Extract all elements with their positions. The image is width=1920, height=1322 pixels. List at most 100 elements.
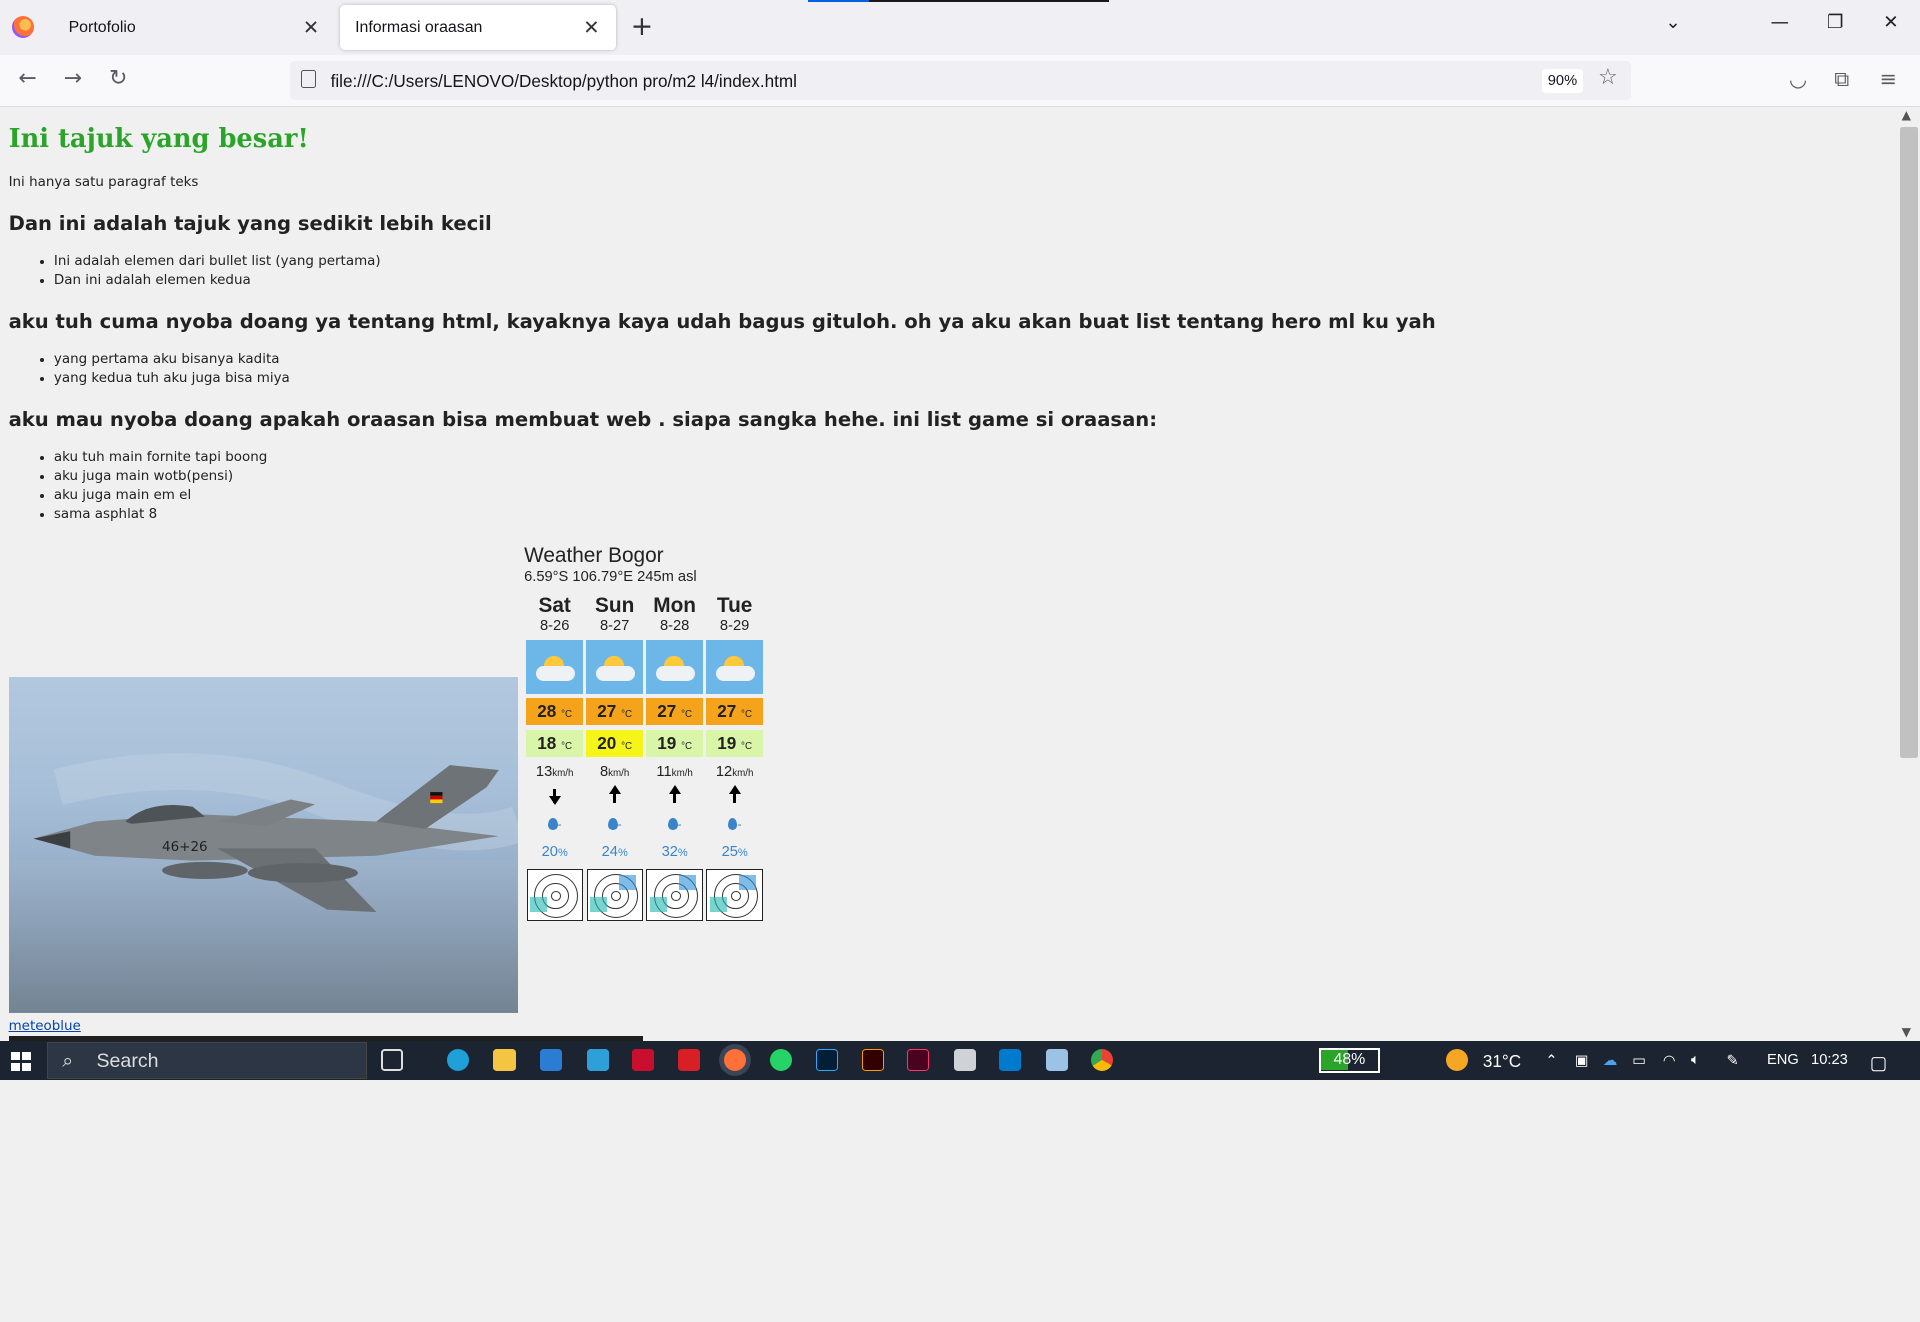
partly-cloudy-icon [645,640,704,695]
subheading-3: aku mau nyoba doang apakah oraasan bisa … [8,407,1158,431]
search-icon: ⌕ [62,1050,74,1073]
rain-probability: 20% [541,843,568,860]
scroll-down-icon[interactable]: ▼ [1902,1025,1911,1039]
max-temp: 27 °C [585,697,644,725]
tab-portofolio[interactable]: Portofolio ✕ [54,5,336,50]
taskbar: ⌕ Search 48% 31°C ⌃ ▣ ☁ ▭ ◠ 🔈︎ ✎ ENG 10:… [0,1040,1920,1080]
day-name: Sun [595,593,635,617]
file-explorer-icon[interactable] [493,1049,516,1072]
mcafee-icon[interactable] [631,1049,654,1072]
close-icon[interactable]: ✕ [582,16,602,40]
paragraph: Ini hanya satu paragraf teks [8,175,199,191]
indesign-icon[interactable] [907,1049,930,1072]
vscode-icon[interactable] [999,1049,1022,1072]
wifi-icon[interactable]: ◠ [1663,1052,1676,1069]
radar-map [706,869,763,921]
meet-icon[interactable]: ▣ [1575,1052,1589,1069]
window-close-icon[interactable]: ✕ [1883,12,1898,33]
taskbar-search[interactable]: ⌕ Search [46,1042,368,1079]
pen-icon[interactable]: ✎ [1727,1052,1739,1069]
precipitation: - [705,811,764,838]
photoshop-icon[interactable] [815,1049,838,1072]
list-item: Ini adalah elemen dari bullet list (yang… [54,253,381,272]
wind-speed: 12km/h [715,764,754,781]
partly-cloudy-icon [705,640,764,695]
battery-percent: 48% [1333,1051,1366,1069]
meteoblue-link[interactable]: meteoblue [9,1019,81,1034]
taskbar-temperature[interactable]: 31°C [1483,1051,1521,1072]
precipitation: - [645,811,704,838]
language-indicator[interactable]: ENG [1767,1052,1799,1068]
day-date: 8-28 [659,618,690,635]
illustrator-icon[interactable] [862,1049,885,1072]
mail-icon[interactable] [540,1049,563,1072]
min-temp: 20 °C [585,729,644,757]
day-name: Sat [538,593,571,617]
scrollbar-thumb[interactable] [1900,127,1918,758]
clock[interactable]: 10:23 [1811,1052,1848,1068]
forward-icon[interactable]: → [64,66,82,91]
precipitation: - [585,811,644,838]
notes-app-icon[interactable] [1045,1049,1068,1072]
battery-icon[interactable]: ▭ [1632,1052,1646,1069]
zoom-indicator[interactable]: 90% [1541,68,1584,94]
fighter-jet-image: 46+26 [8,677,518,1013]
reload-icon[interactable]: ↻ [109,66,127,91]
list-tabs-icon[interactable]: ⌄ [1665,12,1680,33]
subheading-2: aku tuh cuma nyoba doang ya tentang html… [8,309,1436,333]
search-label: Search [96,1050,159,1073]
radar-map [586,869,643,921]
notification-icon[interactable]: ▢ [1870,1052,1887,1074]
close-icon[interactable]: ✕ [301,16,321,40]
tab-label: Informasi oraasan [355,18,483,36]
page-icon [301,69,316,89]
partly-cloudy-icon [525,640,584,695]
onedrive-icon[interactable]: ☁ [1603,1052,1618,1069]
battery-indicator[interactable]: 48% [1318,1048,1380,1073]
extensions-icon[interactable]: ⧉ [1834,67,1849,92]
wind-speed: 8km/h [599,764,630,781]
partly-cloudy-icon [585,640,644,695]
max-temp: 28 °C [525,697,584,725]
pocket-icon[interactable]: ◡ [1789,67,1807,91]
windows-start-icon[interactable] [11,1051,31,1072]
rain-probability: 24% [601,843,628,860]
weather-sun-icon[interactable] [1446,1049,1469,1072]
edge-icon[interactable] [446,1049,469,1072]
page-title: Ini tajuk yang besar! [8,123,309,154]
firefox-icon[interactable] [12,15,35,38]
l-app-icon[interactable] [586,1049,609,1072]
firefox-taskbar-icon[interactable] [723,1049,746,1072]
minimize-icon[interactable]: — [1771,12,1789,33]
chevron-up-icon[interactable]: ⌃ [1545,1052,1557,1069]
list-item: aku juga main em el [54,487,267,506]
wind-speed: 11km/h [656,764,693,781]
rain-probability: 25% [721,843,748,860]
list-item: sama asphlat 8 [54,506,267,525]
jet-marking: 46+26 [162,840,208,855]
acrobat-icon[interactable] [678,1049,701,1072]
bookmark-star-icon[interactable]: ☆ [1598,65,1618,90]
weather-widget[interactable]: Weather Bogor 6.59°S 106.79°E 245m asl S… [524,544,769,921]
address-bar[interactable]: file:///C:/Users/LENOVO/Desktop/python p… [290,61,1632,101]
list-item: yang pertama aku bisanya kadita [54,351,290,370]
forecast-columns: Sat 8-26 28 °C 18 °C 13km/h -20% Sun 8-27 27 °C 2… [525,594,764,921]
menu-icon[interactable]: ≡ [1880,67,1897,91]
whatsapp-icon[interactable] [770,1049,793,1072]
url-text[interactable]: file:///C:/Users/LENOVO/Desktop/python p… [331,71,797,92]
scroll-up-icon[interactable]: ▲ [1902,108,1911,122]
jet-illustration: 46+26 [8,753,518,1013]
back-icon[interactable]: ← [18,66,36,91]
forecast-day: Mon 8-28 27 °C 19 °C 11km/h - 32% [645,594,704,921]
wind-direction-arrow-icon [585,784,644,811]
tab-strip: Portofolio ✕ Informasi oraasan ✕ + ⌄ — ❐… [0,0,1920,56]
new-tab-button[interactable]: + [631,12,654,41]
roblox-icon[interactable] [953,1049,976,1072]
forecast-day: Sun 8-27 27 °C 20 °C 8km/h - 24% [585,594,644,921]
volume-icon[interactable]: 🔈︎ [1691,1052,1700,1068]
tab-informasi-oraasan[interactable]: Informasi oraasan ✕ [340,4,616,51]
list-item: aku juga main wotb(pensi) [54,468,267,487]
restore-icon[interactable]: ❐ [1827,12,1843,33]
chrome-icon[interactable] [1091,1049,1114,1072]
task-view-icon[interactable] [380,1049,403,1072]
